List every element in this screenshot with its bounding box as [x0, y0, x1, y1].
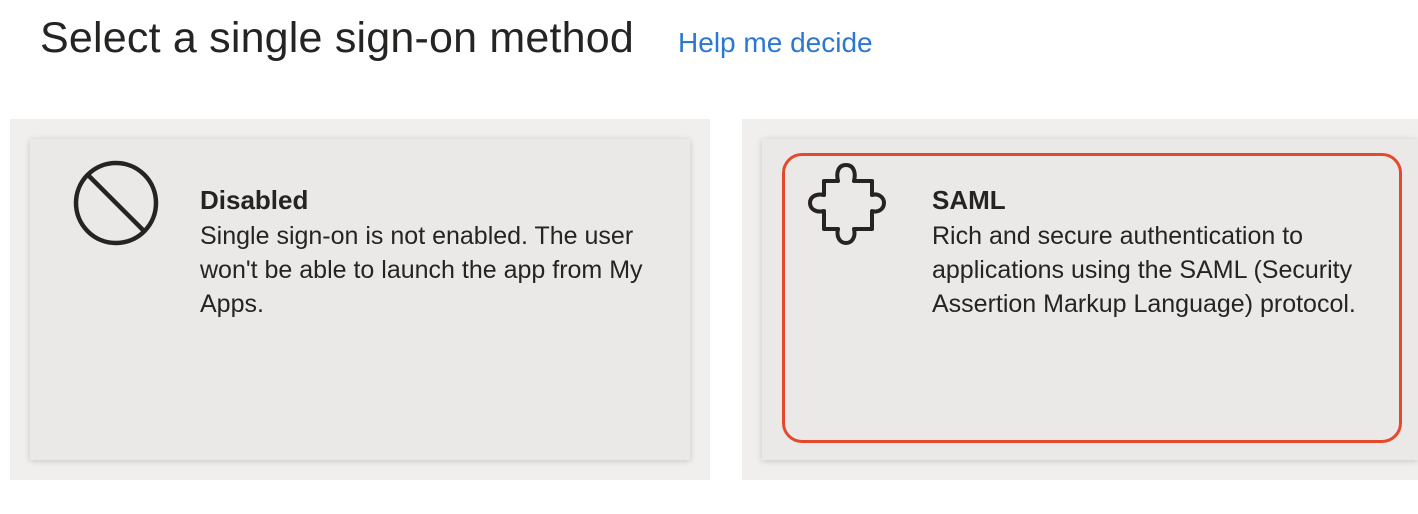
tile-container-saml: SAML Rich and secure authentication to a… — [742, 119, 1418, 480]
page-title: Select a single sign-on method — [40, 14, 635, 62]
tile-description: Single sign-on is not enabled. The user … — [200, 222, 643, 318]
page-header: Select a single sign-on method Help me d… — [40, 14, 873, 63]
disabled-icon — [73, 160, 159, 246]
sso-tile-disabled[interactable]: Disabled Single sign-on is not enabled. … — [30, 139, 690, 460]
sso-tile-saml[interactable]: SAML Rich and secure authentication to a… — [762, 139, 1418, 460]
tile-text: Disabled Single sign-on is not enabled. … — [200, 183, 660, 321]
help-me-decide-link[interactable]: Help me decide — [678, 27, 873, 59]
tile-container-disabled: Disabled Single sign-on is not enabled. … — [10, 119, 710, 480]
selection-highlight — [782, 153, 1402, 443]
tile-title: Disabled — [200, 185, 309, 215]
